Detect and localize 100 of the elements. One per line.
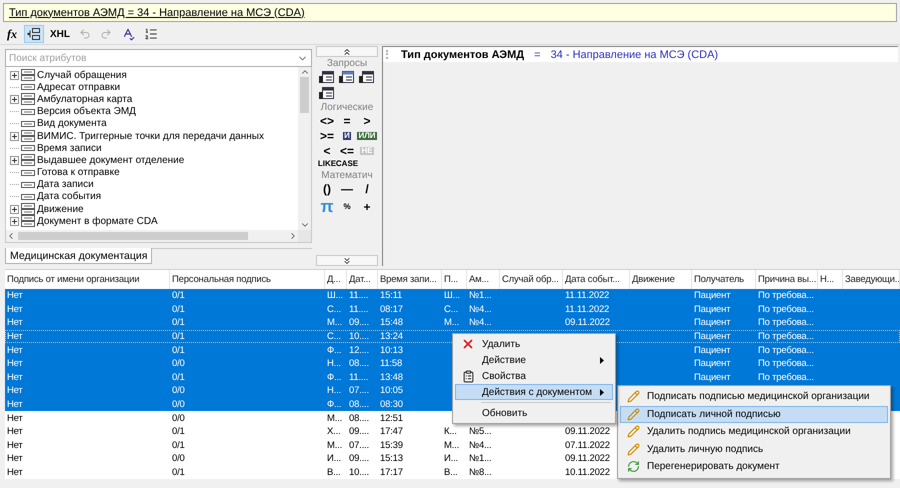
- table-cell-text: М...: [443, 316, 460, 330]
- table-cell-text: Ф...: [326, 370, 342, 384]
- table-cell-text: Нет: [6, 302, 24, 316]
- table-cell-text: 0/1: [171, 370, 186, 384]
- table-cell-text: №4...: [468, 316, 492, 330]
- table-cell-text: 0/1: [171, 316, 186, 330]
- table-cell-text: 17:47: [379, 425, 404, 439]
- table-cell-text: 15:13: [379, 452, 404, 466]
- table-cell-text: Х...: [326, 425, 342, 439]
- table-cell-text: По требова...: [757, 330, 815, 344]
- table-cell-text: И...: [443, 452, 459, 466]
- table-cell-text: №4...: [468, 438, 492, 452]
- table-cell-text: 11....: [348, 289, 370, 303]
- table-cell-text: 09....: [348, 452, 370, 466]
- table-cell-text: Нет: [6, 370, 24, 384]
- table-cell-text: 07....: [348, 384, 370, 398]
- table-cell-text: По требова...: [757, 370, 815, 384]
- table-cell-text: 11....: [348, 370, 370, 384]
- table-cell-text: 07.11.2022: [564, 438, 611, 452]
- table-cell-text: К...: [443, 425, 458, 439]
- table-cell-text: 11:58: [379, 357, 404, 371]
- table-cell-text: Нет: [6, 316, 24, 330]
- table-cell-text: М...: [326, 438, 344, 452]
- section-title: Логические: [320, 102, 374, 113]
- table-cell-text: Нет: [6, 357, 24, 371]
- table-cell-text: №1...: [468, 452, 492, 466]
- table-cell-text: 13:48: [379, 370, 404, 384]
- table-cell-text: Нет: [6, 344, 24, 357]
- table-cell-text: 11.11.2022: [564, 302, 610, 316]
- table-cell-text: 13:24: [379, 330, 404, 344]
- table-cell-text: 15:11: [379, 289, 404, 303]
- table-cell-text: 10....: [348, 330, 370, 344]
- table-cell-text: 0/1: [171, 289, 186, 303]
- table-cell-text: Ф...: [326, 398, 342, 412]
- table-cell-text: 15:48: [379, 316, 404, 330]
- table-cell-text: 15:39: [379, 438, 404, 452]
- table-cell-text: 07....: [348, 438, 370, 452]
- table-cell-text: Нет: [6, 330, 24, 344]
- table-cell-text: 0/1: [171, 344, 186, 357]
- table-cell-text: Нет: [6, 466, 24, 480]
- table-cell-text: М...: [326, 412, 344, 425]
- table-cell-text: С...: [326, 302, 342, 316]
- condition-operator: =: [534, 48, 541, 60]
- table-cell-text: №5...: [468, 425, 492, 439]
- table-cell-text: Ф...: [326, 344, 342, 357]
- table-cell-text: 17:17: [379, 466, 404, 480]
- table-cell-text: 10....: [348, 466, 370, 480]
- table-cell-text: По требова...: [757, 316, 815, 330]
- table-cell-text: С...: [326, 330, 342, 344]
- table-cell-text: Нет: [6, 398, 24, 412]
- table-cell-text: Пациент: [693, 330, 732, 344]
- section-title: Запросы: [326, 58, 368, 69]
- table-cell-text: По требова...: [757, 344, 815, 357]
- table-cell-text: Н...: [326, 384, 342, 398]
- table-cell-text: Ш...: [326, 289, 344, 303]
- table-cell-text: 09.11.2022: [564, 452, 611, 466]
- table-cell-text: Пациент: [693, 302, 732, 316]
- table-cell-text: №4...: [468, 302, 492, 316]
- table-cell-text: 11....: [348, 302, 370, 316]
- table-cell-text: 0/0: [171, 452, 186, 466]
- table-cell-text: 12:51: [379, 412, 404, 425]
- table-cell-text: Пациент: [693, 344, 732, 357]
- table-cell-text: Пациент: [693, 357, 732, 371]
- table-cell-text: Нет: [6, 438, 24, 452]
- table-cell-text: 08:17: [379, 302, 404, 316]
- table-cell-text: 0/1: [171, 302, 186, 316]
- table-cell-text: По требова...: [757, 357, 815, 371]
- table-cell-text: Нет: [6, 412, 24, 425]
- table-cell-text: М...: [326, 316, 344, 330]
- table-cell-text: Нет: [6, 384, 24, 398]
- table-cell-text: 08....: [348, 357, 370, 371]
- table-cell-text: 0/1: [171, 438, 186, 452]
- table-cell-text: 10:05: [379, 384, 404, 398]
- table-cell-text: 08....: [348, 398, 370, 412]
- table-cell-text: Пациент: [693, 370, 732, 384]
- table-cell-text: 0/1: [171, 425, 186, 439]
- table-cell-text: 09.11.2022: [564, 316, 611, 330]
- table-cell-text: Н...: [326, 357, 342, 371]
- table-cell-text: 08:30: [379, 398, 404, 412]
- condition-field: Тип документов АЭМД: [401, 48, 524, 60]
- table-cell-text: 10:13: [379, 344, 404, 357]
- table-cell-text: Пациент: [693, 316, 732, 330]
- section-title: Математич: [320, 170, 374, 181]
- table-cell-text: №8...: [468, 466, 492, 480]
- table-cell-text: 0/1: [171, 330, 186, 344]
- table-cell-text: 12....: [348, 344, 370, 357]
- table-cell-text: В...: [326, 466, 342, 480]
- table-cell-text: 0/0: [171, 357, 186, 371]
- table-cell-text: 0/0: [171, 384, 186, 398]
- table-cell-text: 10.11.2022: [564, 466, 611, 480]
- table-cell-text: И...: [326, 452, 342, 466]
- table-cell-text: Ш...: [443, 289, 461, 303]
- table-cell-text: М...: [443, 438, 460, 452]
- table-cell-text: Нет: [6, 452, 24, 466]
- table-cell-text: 0/1: [171, 466, 186, 480]
- table-cell-text: Нет: [6, 425, 24, 439]
- table-cell-text: 08....: [348, 412, 370, 425]
- table-cell-text: Пациент: [693, 289, 732, 303]
- table-cell-text: С...: [443, 302, 459, 316]
- table-cell-text: №1...: [468, 289, 492, 303]
